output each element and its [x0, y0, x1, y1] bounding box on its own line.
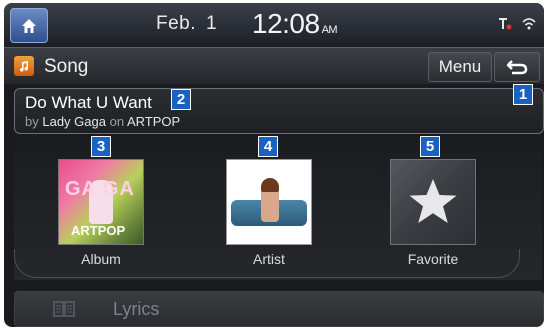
- album-tile[interactable]: GA GA ARTPOP: [58, 159, 144, 245]
- on-word: on: [109, 114, 125, 129]
- menu-button[interactable]: Menu: [428, 52, 492, 82]
- album-tile-label: Album: [81, 251, 121, 267]
- favorite-tile[interactable]: [390, 159, 476, 245]
- no-signal-icon: [499, 18, 512, 30]
- favorite-tile-label: Favorite: [407, 251, 459, 267]
- wifi-icon: [522, 18, 536, 30]
- screen: Feb. 1 12:08 AM Song Menu Do What U Want…: [4, 3, 544, 327]
- date-day: 1: [206, 13, 218, 34]
- callout-badge-1: 1: [513, 84, 533, 105]
- callout-badge-3: 3: [91, 136, 111, 157]
- track-album: ARTPOP: [126, 114, 181, 129]
- back-button[interactable]: [494, 52, 540, 82]
- lyrics-label: Lyrics: [113, 299, 160, 319]
- book-icon: [53, 301, 75, 317]
- home-icon: [22, 18, 36, 33]
- clock-ampm: AM: [321, 24, 338, 36]
- page-title: Song: [44, 56, 89, 77]
- artist-photo: [226, 159, 312, 245]
- song-source-icon: [14, 56, 34, 76]
- favorite-art: [390, 159, 476, 245]
- artist-tile[interactable]: [226, 159, 312, 245]
- track-subtitle: by Lady Gaga on ARTPOP: [25, 114, 180, 129]
- artist-tile-label: Artist: [253, 251, 285, 267]
- callout-badge-5: 5: [420, 136, 440, 157]
- date: Feb. 1: [156, 13, 229, 35]
- lyrics-button[interactable]: Lyrics: [14, 291, 544, 327]
- music-note-icon: [19, 61, 29, 72]
- by-word: by: [25, 114, 39, 129]
- album-art-image: GA GA ARTPOP: [58, 159, 144, 245]
- clock-time: 12:08: [252, 8, 320, 39]
- back-arrow-icon: [506, 60, 528, 75]
- track-title: Do What U Want: [25, 93, 152, 112]
- track-artist: Lady Gaga: [42, 114, 106, 129]
- album-art-text-bottom: ARTPOP: [71, 223, 126, 238]
- home-button[interactable]: [10, 8, 48, 43]
- artist-photo-hair: [261, 178, 279, 192]
- status-icons: [498, 17, 536, 31]
- callout-badge-4: 4: [258, 136, 278, 157]
- status-bar: Feb. 1 12:08 AM: [4, 3, 544, 48]
- callout-badge-2: 2: [171, 89, 191, 110]
- title-bar: Song Menu: [4, 48, 544, 84]
- album-art-text-top: GA GA: [65, 178, 135, 200]
- track-info-box: Do What U Want by Lady Gaga on ARTPOP: [14, 88, 544, 134]
- star-icon: [409, 179, 457, 223]
- date-month: Feb.: [156, 13, 197, 34]
- clock: 12:08 AM: [252, 8, 338, 40]
